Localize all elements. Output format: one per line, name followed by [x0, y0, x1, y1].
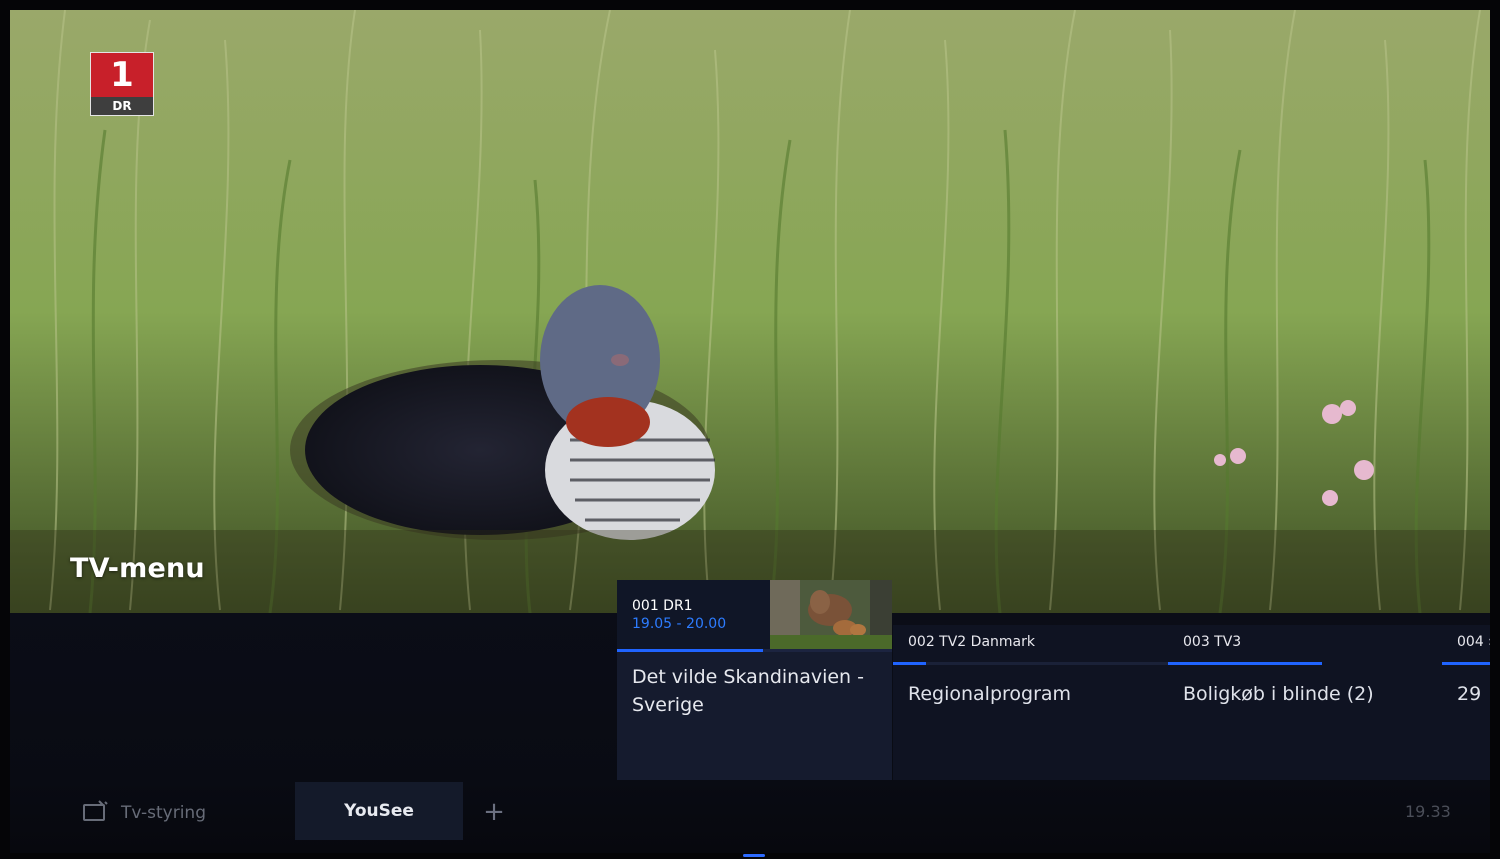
channel-card-header: 001 DR1 19.05 - 20.00: [617, 580, 770, 650]
program-title: 29: [1457, 683, 1482, 705]
program-title: Boligkøb i blinde (2): [1183, 683, 1374, 705]
channel-logo-network: DR: [91, 97, 153, 115]
tv-menu-title: TV-menu: [70, 553, 205, 584]
channel-card-002[interactable]: 002 TV2 Danmark Regionalprogram: [893, 625, 1168, 780]
program-progress-bar: [893, 662, 926, 665]
clock: 19.33: [1405, 802, 1451, 821]
channel-name: 002 TV2 Danmark: [908, 634, 1035, 650]
program-progress-track: [893, 662, 1168, 665]
channel-logo-number: 1: [110, 55, 134, 95]
channel-card-001[interactable]: 001 DR1 19.05 - 20.00 Det vilde Skandina…: [617, 580, 892, 780]
bottom-tab-bar: [10, 782, 1490, 842]
program-progress-bar: [1168, 662, 1322, 665]
channel-name: 004 ›: [1457, 634, 1490, 650]
channel-logo: 1 DR: [90, 52, 154, 116]
channel-card-003[interactable]: 003 TV3 Boligkøb i blinde (2): [1168, 625, 1442, 780]
add-tab-button[interactable]: +: [481, 797, 507, 827]
program-progress-bar: [617, 649, 763, 652]
tab-yousee[interactable]: YouSee: [295, 782, 463, 840]
program-title: Det vilde Skandinavien - Sverige: [632, 666, 864, 716]
focus-indicator: [743, 854, 765, 857]
live-video: 1 DR: [10, 10, 1490, 613]
program-progress-bar: [1442, 662, 1490, 665]
channel-name: 003 TV3: [1183, 634, 1242, 650]
program-title: Regionalprogram: [908, 683, 1072, 705]
tab-tv-styring-label: Tv-styring: [121, 803, 206, 823]
program-time: 19.05 - 20.00: [632, 616, 727, 632]
tv-icon: [83, 799, 109, 827]
channel-name: 001 DR1: [632, 598, 693, 614]
tab-tv-styring[interactable]: Tv-styring: [83, 799, 206, 827]
program-thumbnail: [770, 580, 892, 650]
channel-card-004[interactable]: 004 › 29: [1442, 625, 1490, 780]
